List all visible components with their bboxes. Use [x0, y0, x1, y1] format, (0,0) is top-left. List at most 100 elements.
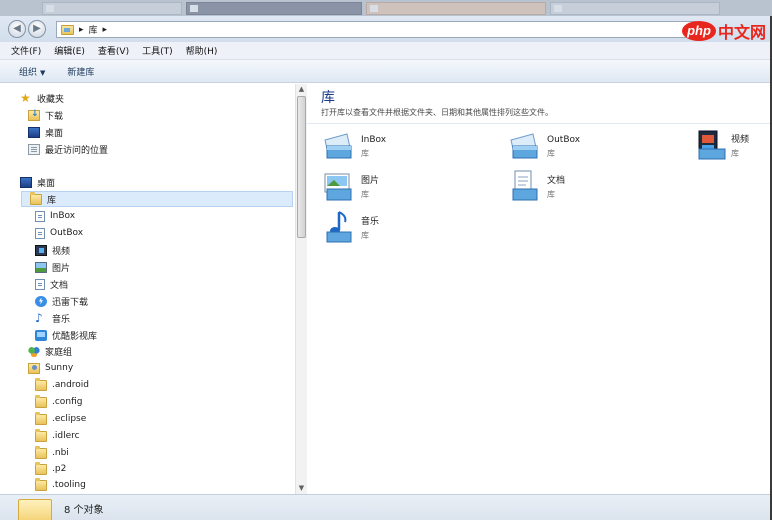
address-separator[interactable]: ▸ [103, 25, 108, 35]
generic-library-icon [510, 133, 538, 159]
nav-folder[interactable]: .nbi [35, 445, 69, 461]
library-name: OutBox [547, 135, 581, 145]
video-icon [35, 244, 47, 256]
chevron-down-icon: ▼ [40, 68, 46, 77]
nav-scrollbar[interactable]: ▲ ▼ [295, 84, 307, 494]
menu-help[interactable]: 帮助(H) [186, 44, 231, 57]
scroll-up-icon[interactable]: ▲ [296, 84, 307, 95]
back-button[interactable]: ◀ [8, 20, 26, 38]
library-name: InBox [361, 135, 387, 145]
nav-folder[interactable]: .idlerc [35, 428, 80, 444]
nav-folder[interactable]: .config [35, 394, 82, 410]
nav-item-label: 桌面 [37, 178, 56, 189]
nav-library-video[interactable]: 视频 [35, 242, 70, 258]
menu-bar: 文件(F) 编辑(E) 查看(V) 工具(T) 帮助(H) [0, 42, 772, 60]
document-icon [35, 210, 45, 222]
back-arrow-icon: ◀ [13, 23, 21, 34]
library-name: 音乐 [361, 217, 380, 227]
address-bar[interactable]: ▸ 库 ▸ [56, 21, 696, 38]
nav-item-label: 文档 [50, 280, 69, 291]
nav-library-music[interactable]: ♪ 音乐 [35, 310, 70, 326]
picture-icon [35, 261, 47, 273]
nav-library[interactable]: 库 [21, 191, 293, 207]
library-name: 视频 [731, 135, 750, 145]
menu-tools[interactable]: 工具(T) [142, 44, 186, 57]
forward-arrow-icon: ▶ [33, 23, 41, 34]
downloads-icon [28, 109, 40, 121]
library-tile-outbox[interactable]: OutBox 库 [507, 128, 667, 166]
nav-item-label: .nbi [52, 448, 69, 458]
folder-icon [35, 377, 47, 391]
library-type: 库 [361, 190, 369, 199]
background-tab [42, 2, 182, 15]
library-tile-pictures[interactable]: 图片库 [321, 169, 481, 207]
nav-item-label: 音乐 [52, 314, 71, 325]
menu-file[interactable]: 文件(F) [11, 44, 54, 57]
nav-item-label: .android [52, 380, 90, 390]
user-folder-icon [28, 362, 40, 374]
library-type: 库 [731, 149, 739, 158]
nav-library-inbox[interactable]: InBox [35, 208, 75, 224]
nav-folder[interactable]: .tooling [35, 477, 86, 493]
nav-item-label: 最近访问的位置 [45, 145, 109, 156]
nav-item-label: 桌面 [45, 128, 64, 139]
nav-folder[interactable]: .p2 [35, 461, 66, 477]
library-icon [18, 499, 52, 520]
nav-folder[interactable]: .eclipse [35, 411, 86, 427]
organize-label: 组织 [19, 67, 38, 78]
nav-item-label: .eclipse [52, 414, 87, 424]
scrollbar-thumb[interactable] [297, 96, 306, 238]
library-tile-documents[interactable]: 文档库 [507, 169, 667, 207]
nav-folder[interactable]: .android [35, 377, 89, 393]
nav-homegroup[interactable]: 家庭组 [28, 343, 72, 359]
breadcrumb-library[interactable]: 库 [89, 23, 98, 36]
page-subtitle: 打开库以查看文件并根据文件夹、日期和其他属性排列这些文件。 [321, 108, 553, 117]
php-cn-watermark: php 中文网 [681, 20, 766, 42]
organize-button[interactable]: 组织 ▼ [19, 65, 45, 78]
nav-item-label: .tooling [52, 480, 86, 490]
nav-library-youku[interactable]: 优酷影视库 [35, 327, 97, 343]
command-bar: 组织 ▼ 新建库 [0, 60, 772, 83]
nav-item-label: .idlerc [52, 431, 80, 441]
forward-button[interactable]: ▶ [28, 20, 46, 38]
nav-item-label: 图片 [52, 263, 71, 274]
menu-view[interactable]: 查看(V) [98, 44, 142, 57]
scroll-down-icon[interactable]: ▼ [296, 483, 307, 494]
music-note-icon: ♪ [35, 310, 43, 325]
nav-library-thunder[interactable]: 迅雷下载 [35, 293, 88, 309]
library-tile-inbox[interactable]: InBox 库 [321, 128, 481, 166]
address-separator[interactable]: ▸ [79, 25, 84, 35]
nav-item-downloads[interactable]: 下载 [28, 107, 63, 123]
library-tile-music[interactable]: 音乐库 [321, 210, 481, 248]
php-logo-oval: php [681, 21, 716, 41]
nav-desktop[interactable]: 桌面 [20, 174, 55, 190]
menu-edit[interactable]: 编辑(E) [54, 44, 98, 57]
thunder-download-icon [35, 295, 47, 307]
homegroup-icon [28, 345, 40, 357]
background-taskbar [0, 0, 772, 16]
library-name: 文档 [547, 176, 566, 186]
library-header: 库 打开库以查看文件并根据文件夹、日期和其他属性排列这些文件。 [307, 84, 772, 124]
nav-item-label: 下载 [45, 111, 64, 122]
nav-library-documents[interactable]: 文档 [35, 276, 68, 292]
music-library-icon [326, 211, 352, 243]
nav-item-label: 库 [47, 195, 57, 206]
new-library-button[interactable]: 新建库 [67, 65, 94, 78]
nav-item-label: 优酷影视库 [52, 331, 98, 342]
desktop-icon [20, 176, 32, 188]
folder-icon [35, 428, 47, 442]
folder-icon [35, 411, 47, 425]
nav-item-recent[interactable]: 最近访问的位置 [28, 141, 108, 157]
recent-places-icon [28, 143, 40, 155]
nav-user-sunny[interactable]: Sunny [28, 360, 73, 376]
nav-item-label: 家庭组 [45, 347, 73, 358]
content-pane: 库 打开库以查看文件并根据文件夹、日期和其他属性排列这些文件。 InBox 库 O… [307, 84, 772, 494]
nav-item-label: .config [52, 397, 83, 407]
document-icon [35, 278, 45, 290]
nav-item-desktop-fav[interactable]: 桌面 [28, 124, 63, 140]
library-tile-video[interactable]: 视频库 [693, 128, 772, 166]
nav-library-outbox[interactable]: OutBox [35, 225, 83, 241]
php-logo-text: 中文网 [717, 23, 766, 42]
nav-favorites[interactable]: ★ 收藏夹 [20, 90, 64, 106]
nav-library-pictures[interactable]: 图片 [35, 259, 70, 275]
